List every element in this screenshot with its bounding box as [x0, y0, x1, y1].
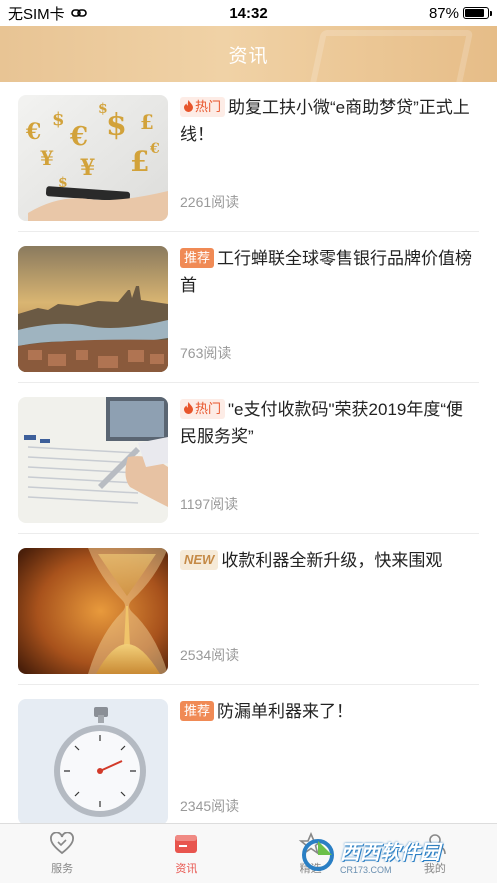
currency-image: € $ € $ £ ¥ ¥ £ $ € $ [18, 95, 168, 221]
article-text: 推荐 防漏单利器来了！ [180, 698, 476, 725]
svg-text:€: € [149, 141, 160, 157]
heart-icon [50, 831, 75, 854]
svg-text:$: $ [98, 101, 108, 117]
article-thumbnail: € $ € $ £ ¥ ¥ £ $ € $ [18, 95, 168, 221]
article-text: 推荐 工行蝉联全球零售银行品牌价值榜首 [180, 245, 476, 299]
news-icon [175, 834, 198, 853]
article-thumbnail [18, 699, 168, 823]
svg-text:¥: ¥ [80, 155, 95, 181]
stopwatch-image [18, 699, 168, 823]
article-headline[interactable]: 推荐 工行蝉联全球零售银行品牌价值榜首 [180, 245, 476, 299]
read-count: 1197阅读 [180, 496, 239, 512]
article-thumbnail [18, 246, 168, 372]
battery-percent: 87% [428, 4, 459, 22]
article-thumbnail [18, 548, 168, 674]
recommend-tag: 推荐 [180, 701, 215, 721]
svg-text:€: € [69, 122, 88, 152]
new-tag: NEW [180, 550, 219, 570]
tab-label: 资讯 [175, 862, 198, 875]
document-image [18, 397, 168, 523]
read-count: 2345阅读 [180, 798, 240, 814]
link-icon [70, 9, 87, 17]
article-headline[interactable]: NEW 收款利器全新升级，快来围观 [180, 547, 476, 574]
article-item[interactable]: 推荐 防漏单利器来了！ 2345阅读 [18, 686, 479, 823]
article-item[interactable]: 热门 "e支付收款码"荣获2019年度“便民服务奖” 1197阅读 [18, 384, 479, 534]
article-thumbnail [18, 397, 168, 523]
flame-icon [184, 402, 193, 414]
hot-tag: 热门 [180, 399, 226, 419]
article-list[interactable]: € $ € $ £ ¥ ¥ £ $ € $ 热门 助复工扶小微“e商助梦贷”正式上… [0, 82, 497, 823]
status-left: 无SIM卡 [8, 3, 87, 24]
recommend-tag: 推荐 [180, 248, 215, 268]
article-headline[interactable]: 热门 助复工扶小微“e商助梦贷”正式上线！ [180, 94, 476, 148]
battery-fill [465, 9, 485, 17]
battery-icon [463, 7, 492, 19]
status-right: 87% [428, 4, 492, 22]
read-count: 2534阅读 [180, 647, 240, 663]
svg-text:$: $ [106, 108, 127, 143]
watermark-sub: CR173.COM [340, 864, 392, 875]
watermark: 西西软件园 CR173.COM [300, 831, 478, 879]
svg-text:€: € [25, 119, 41, 145]
flame-icon [184, 100, 193, 112]
svg-text:¥: ¥ [40, 146, 54, 170]
article-title: 收款利器全新升级，快来围观 [221, 551, 443, 570]
svg-text:£: £ [140, 110, 154, 134]
watermark-text-group: 西西软件园 CR173.COM [340, 836, 440, 875]
read-count: 2261阅读 [180, 194, 240, 210]
article-item[interactable]: € $ € $ £ ¥ ¥ £ $ € $ 热门 助复工扶小微“e商助梦贷”正式上… [18, 82, 479, 232]
read-count: 763阅读 [180, 345, 232, 361]
page-title: 资讯 [228, 45, 269, 67]
hot-tag: 热门 [180, 97, 226, 117]
article-title: 防漏单利器来了！ [217, 702, 354, 721]
svg-text:£: £ [130, 145, 149, 178]
article-headline[interactable]: 推荐 防漏单利器来了！ [180, 698, 476, 725]
tag-label: 热门 [195, 99, 222, 114]
article-text: 热门 助复工扶小微“e商助梦贷”正式上线！ [180, 94, 476, 148]
svg-text:$: $ [52, 109, 65, 130]
tab-news[interactable]: 资讯 [124, 824, 248, 883]
status-bar: 无SIM卡 14:32 87% [0, 0, 497, 26]
article-text: 热门 "e支付收款码"荣获2019年度“便民服务奖” [180, 396, 476, 450]
tag-label: 热门 [195, 401, 222, 416]
article-item[interactable]: NEW 收款利器全新升级，快来围观 2534阅读 [18, 535, 479, 685]
hourglass-image [18, 548, 168, 674]
article-text: NEW 收款利器全新升级，快来围观 [180, 547, 476, 574]
article-headline[interactable]: 热门 "e支付收款码"荣获2019年度“便民服务奖” [180, 396, 476, 450]
tab-label: 服务 [51, 862, 74, 875]
carrier-label: 无SIM卡 [8, 5, 65, 23]
nav-header: 资讯 [0, 26, 497, 82]
watermark-logo-icon [302, 839, 334, 871]
article-title: 工行蝉联全球零售银行品牌价值榜首 [180, 249, 473, 295]
article-item[interactable]: 推荐 工行蝉联全球零售银行品牌价值榜首 763阅读 [18, 233, 479, 383]
watermark-text: 西西软件园 [340, 841, 440, 864]
city-image [18, 246, 168, 372]
tab-service[interactable]: 服务 [0, 824, 124, 883]
